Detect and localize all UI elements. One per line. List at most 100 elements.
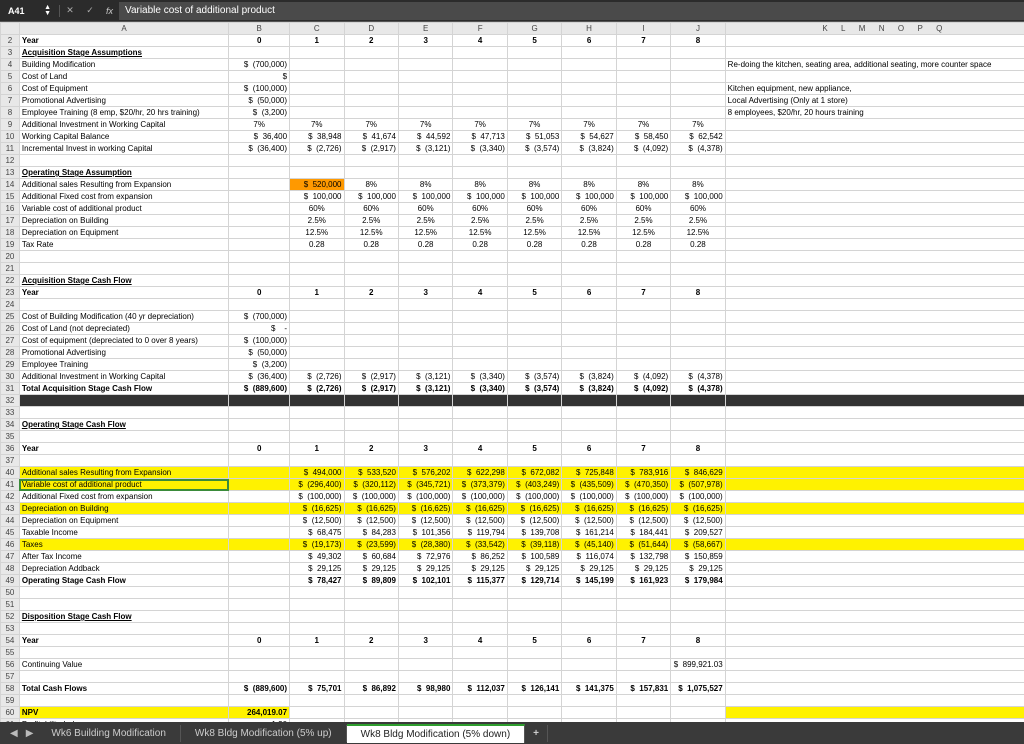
cell[interactable]: 4 [453,443,507,455]
cell[interactable] [671,647,725,659]
cell[interactable] [562,299,616,311]
cell[interactable] [562,323,616,335]
cell[interactable] [453,311,507,323]
cell[interactable] [344,419,398,431]
cell[interactable]: 3 [398,35,452,47]
cell[interactable]: $ (16,625) [671,503,725,515]
cell[interactable] [229,239,290,251]
cell[interactable]: $ 126,141 [507,683,561,695]
cell[interactable]: $ (320,112) [344,479,398,491]
cell[interactable]: Operating Stage Cash Flow [19,575,228,587]
cell[interactable] [229,587,290,599]
cell[interactable]: $ 84,283 [344,527,398,539]
cell[interactable] [725,239,1024,251]
cell[interactable]: 1 [290,443,344,455]
cell[interactable] [398,263,452,275]
cell[interactable] [453,431,507,443]
cell[interactable] [562,671,616,683]
cell[interactable]: $ (100,000) [671,491,725,503]
cell[interactable] [725,635,1024,647]
cell[interactable]: $ 29,125 [290,563,344,575]
cell[interactable] [671,251,725,263]
cell[interactable] [725,299,1024,311]
row-header[interactable]: 29 [1,359,20,371]
cell[interactable]: $ (16,625) [290,503,344,515]
cell[interactable] [507,251,561,263]
cell[interactable] [671,671,725,683]
cell[interactable] [562,311,616,323]
cell[interactable] [725,47,1024,59]
cell[interactable]: $ (12,500) [507,515,561,527]
cell[interactable]: 2.5% [616,215,670,227]
cell[interactable]: Cost of Land (not depreciated) [19,323,228,335]
cell[interactable]: 2.5% [290,215,344,227]
fx-icon[interactable]: fx [100,6,119,16]
cell[interactable] [19,395,228,407]
cell[interactable] [616,275,670,287]
cell[interactable]: 2.5% [671,215,725,227]
cell[interactable]: Incremental Invest in working Capital [19,143,228,155]
cell[interactable] [453,167,507,179]
row-header[interactable]: 45 [1,527,20,539]
cell[interactable] [344,623,398,635]
cell[interactable]: $ (12,500) [290,515,344,527]
cell[interactable] [229,659,290,671]
cell[interactable]: 7% [616,119,670,131]
cell[interactable]: 2 [344,635,398,647]
row-header[interactable]: 11 [1,143,20,155]
cell[interactable] [398,695,452,707]
cell[interactable]: $ (435,509) [562,479,616,491]
cell[interactable]: $ (12,500) [616,515,670,527]
cell[interactable] [725,311,1024,323]
cell[interactable]: $ 89,809 [344,575,398,587]
cell[interactable] [290,251,344,263]
cell[interactable]: $ 44,592 [398,131,452,143]
cell[interactable]: Re-doing the kitchen, seating area, addi… [725,59,1024,71]
cell[interactable] [453,647,507,659]
cell[interactable]: $ 100,000 [344,191,398,203]
cell[interactable]: $ 29,125 [398,563,452,575]
row-header[interactable]: 46 [1,539,20,551]
cell[interactable] [671,71,725,83]
cell[interactable]: 0 [229,35,290,47]
cell[interactable] [290,407,344,419]
cell[interactable]: Depreciation on Building [19,215,228,227]
cell[interactable] [507,359,561,371]
cell[interactable] [507,323,561,335]
cell[interactable]: 1 [290,635,344,647]
cell[interactable] [616,671,670,683]
cell[interactable] [671,47,725,59]
cell[interactable] [725,155,1024,167]
cell[interactable]: 3 [398,287,452,299]
cell[interactable] [671,455,725,467]
cell[interactable]: Additional sales Resulting from Expansio… [19,467,228,479]
cell[interactable]: 12.5% [453,227,507,239]
cell[interactable]: 2.5% [344,215,398,227]
cell[interactable] [725,215,1024,227]
cell[interactable] [398,647,452,659]
cell[interactable] [290,647,344,659]
cell[interactable]: $ 98,980 [398,683,452,695]
cell[interactable]: $ (33,542) [453,539,507,551]
cell[interactable]: $ 115,377 [453,575,507,587]
cell[interactable]: $ (12,500) [398,515,452,527]
cell[interactable] [616,83,670,95]
cell[interactable] [671,431,725,443]
cell[interactable]: $ 101,356 [398,527,452,539]
cell[interactable] [398,311,452,323]
cell[interactable] [453,671,507,683]
cell[interactable] [453,83,507,95]
cell[interactable] [453,263,507,275]
cell[interactable] [453,707,507,719]
cell[interactable] [344,611,398,623]
cell[interactable]: $ 36,400 [229,131,290,143]
cell[interactable] [398,299,452,311]
cell[interactable] [725,275,1024,287]
cell[interactable] [398,359,452,371]
cell[interactable] [229,179,290,191]
cell[interactable] [229,575,290,587]
cell[interactable] [725,467,1024,479]
cell[interactable] [229,611,290,623]
row-header[interactable]: 19 [1,239,20,251]
cell[interactable] [507,95,561,107]
